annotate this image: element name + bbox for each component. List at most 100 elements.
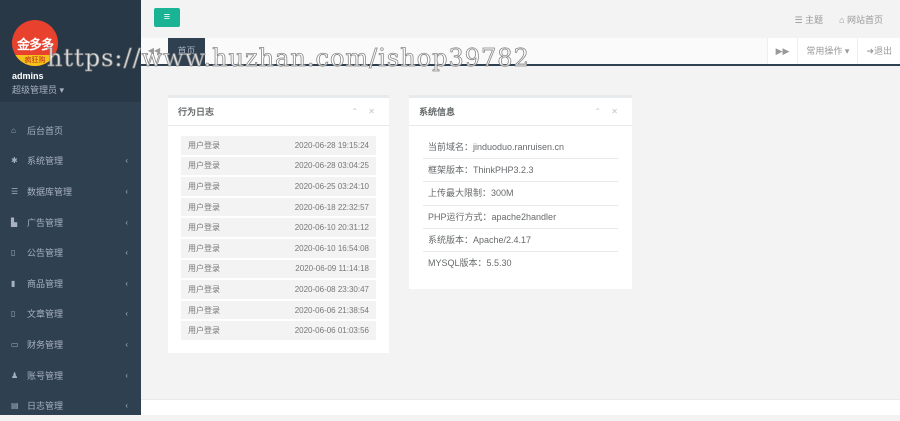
sidebar-item-label: 文章管理: [27, 309, 64, 320]
theme-link[interactable]: ☰ 主题: [794, 13, 823, 26]
log-action: 用户登录: [188, 264, 220, 274]
chevron-left-icon: ‹: [125, 370, 128, 380]
database-icon: ☰: [11, 186, 19, 196]
chevron-left-icon: ‹: [125, 339, 128, 349]
collapse-close-icons[interactable]: ⌃ ✕: [594, 107, 622, 116]
log-action: 用户登录: [188, 243, 220, 253]
log-row: 用户登录 2020-06-28 19:15:24: [181, 136, 376, 155]
log-time: 2020-06-08 23:30:47: [294, 284, 369, 294]
log-action: 用户登录: [188, 181, 220, 191]
sidebar-item[interactable]: ▮ 商品管理 ‹: [0, 268, 141, 299]
sidebar-item-label: 广告管理: [27, 217, 64, 228]
sidebar-item-label: 后台首页: [27, 125, 64, 136]
log-time: 2020-06-25 03:24:10: [294, 181, 369, 191]
log-action: 用户登录: [188, 161, 220, 171]
log-time: 2020-06-10 16:54:08: [294, 243, 369, 253]
sidebar-item-label: 数据库管理: [27, 186, 73, 197]
sidebar-item[interactable]: ▙ 广告管理 ‹: [0, 207, 141, 238]
logo-band: 疯狂购: [12, 55, 58, 66]
log-row: 用户登录 2020-06-06 21:38:54: [181, 300, 376, 320]
log-time: 2020-06-09 11:14:18: [295, 264, 369, 274]
log-row: 用户登录 2020-06-06 01:03:56: [181, 321, 376, 340]
sidebar-nav: ⌂ 后台首页 ✱ 系统管理 ‹ ☰ 数据库管理 ‹ ▙ 广告管理 ‹ ▯ 公告管理 ‹ ▮ 商品管理 ‹ ▯ 文章管…: [0, 115, 141, 421]
sidebar-item[interactable]: ⌂ 后台首页: [0, 115, 141, 146]
info-row: 系统版本：Apache/2.4.17: [423, 229, 618, 252]
profile: 金多多 疯狂购 admins 超级管理员 ▾: [0, 0, 141, 102]
sidebar-item-label: 账号管理: [27, 370, 64, 381]
home-icon: ⌂: [11, 125, 16, 135]
chevron-left-icon: ‹: [125, 278, 128, 288]
sidebar-item[interactable]: ✱ 系统管理 ‹: [0, 146, 141, 177]
info-row: PHP运行方式：apache2handler: [423, 206, 618, 229]
username: admins: [12, 71, 44, 81]
log-row: 用户登录 2020-06-28 03:04:25: [181, 156, 376, 176]
sidebar-item-label: 系统管理: [27, 156, 64, 167]
log-action: 用户登录: [188, 326, 220, 336]
gear-icon: ✱: [11, 156, 18, 166]
site-home-link[interactable]: ⌂ 网站首页: [839, 13, 883, 26]
log-row: 用户登录 2020-06-08 23:30:47: [181, 280, 376, 299]
file-text-icon: ▤: [11, 401, 19, 411]
panel-title: 行为日志: [178, 107, 215, 117]
file-icon: ▯: [11, 248, 16, 258]
log-row: 用户登录 2020-06-10 16:54:08: [181, 238, 376, 258]
sidebar: 金多多 疯狂购 admins 超级管理员 ▾ ⌂ 后台首页 ✱ 系统管理 ‹ ☰ 数据库管理…: [0, 0, 141, 415]
chevron-left-icon: ‹: [125, 248, 128, 258]
sidebar-item-label: 公告管理: [27, 248, 64, 259]
money-icon: ▭: [11, 339, 19, 349]
sidebar-item[interactable]: ▯ 公告管理 ‹: [0, 237, 141, 268]
log-action: 用户登录: [188, 140, 220, 150]
role-dropdown[interactable]: 超级管理员 ▾: [12, 83, 64, 96]
log-action: 用户登录: [188, 284, 220, 294]
log-panel: 行为日志 ⌃ ✕ 用户登录 2020-06-28 19:15:24 用户登录 2020…: [168, 95, 389, 353]
sidebar-item[interactable]: ▯ 文章管理 ‹: [0, 299, 141, 330]
logout-button[interactable]: ➜退出: [857, 38, 900, 64]
chevron-left-icon: ‹: [125, 156, 128, 166]
log-action: 用户登录: [188, 223, 220, 233]
log-row: 用户登录 2020-06-09 11:14:18: [181, 259, 376, 279]
chevron-left-icon: ‹: [125, 401, 128, 411]
info-row: 当前域名：jinduoduo.ranruisen.cn: [423, 136, 618, 160]
log-row: 用户登录 2020-06-25 03:24:10: [181, 177, 376, 196]
log-time: 2020-06-06 21:38:54: [294, 305, 369, 315]
info-row: 上传最大限制：300M: [423, 182, 618, 206]
log-action: 用户登录: [188, 202, 220, 212]
logo-text: 金多多: [16, 37, 54, 52]
sidebar-item[interactable]: ▤ 日志管理 ‹: [0, 390, 141, 421]
sidebar-item-label: 日志管理: [27, 401, 64, 412]
file-solid-icon: ▮: [11, 278, 16, 288]
log-action: 用户登录: [188, 305, 220, 315]
chevron-left-icon: ‹: [125, 186, 128, 196]
sidebar-item-label: 商品管理: [27, 278, 64, 289]
sidebar-item[interactable]: ♟ 账号管理 ‹: [0, 360, 141, 391]
log-time: 2020-06-18 22:32:57: [294, 202, 369, 212]
panel-title: 系统信息: [419, 107, 456, 117]
tab-scroll-left-button[interactable]: ◀◀: [141, 38, 167, 64]
tab-bar: ◀◀ 首页 ▶▶ 常用操作 ▾ ➜退出: [141, 38, 900, 66]
log-time: 2020-06-06 01:03:56: [294, 326, 369, 336]
tab-home[interactable]: 首页: [168, 38, 205, 64]
system-info-panel: 系统信息 ⌃ ✕ 当前域名：jinduoduo.ranruisen.cn 框架版本…: [409, 95, 632, 289]
info-row: 框架版本：ThinkPHP3.2.3: [423, 159, 618, 183]
avatar-logo[interactable]: 金多多 疯狂购: [12, 20, 58, 66]
chevron-left-icon: ‹: [125, 309, 128, 319]
collapse-close-icons[interactable]: ⌃ ✕: [351, 107, 379, 116]
sidebar-item[interactable]: ▭ 财务管理 ‹: [0, 329, 141, 360]
tab-scroll-right-button[interactable]: ▶▶: [766, 38, 798, 64]
log-row: 用户登录 2020-06-18 22:32:57: [181, 197, 376, 217]
log-time: 2020-06-28 19:15:24: [294, 140, 369, 150]
sidebar-item[interactable]: ☰ 数据库管理 ‹: [0, 176, 141, 207]
topbar: ≡ ☰ 主题 ⌂ 网站首页: [141, 0, 900, 38]
log-time: 2020-06-28 03:04:25: [294, 161, 369, 171]
user-icon: ♟: [11, 370, 19, 380]
info-row: MYSQL版本：5.5.30: [428, 257, 512, 268]
footer: [141, 399, 900, 415]
copy-icon: ▙: [11, 217, 18, 227]
common-ops-dropdown[interactable]: 常用操作 ▾: [797, 38, 857, 64]
sidebar-item-label: 财务管理: [27, 339, 64, 350]
menu-toggle-button[interactable]: ≡: [154, 8, 180, 27]
log-row: 用户登录 2020-06-10 20:31:12: [181, 218, 376, 237]
log-time: 2020-06-10 20:31:12: [294, 223, 369, 233]
chevron-left-icon: ‹: [125, 217, 128, 227]
file-icon: ▯: [11, 309, 16, 319]
